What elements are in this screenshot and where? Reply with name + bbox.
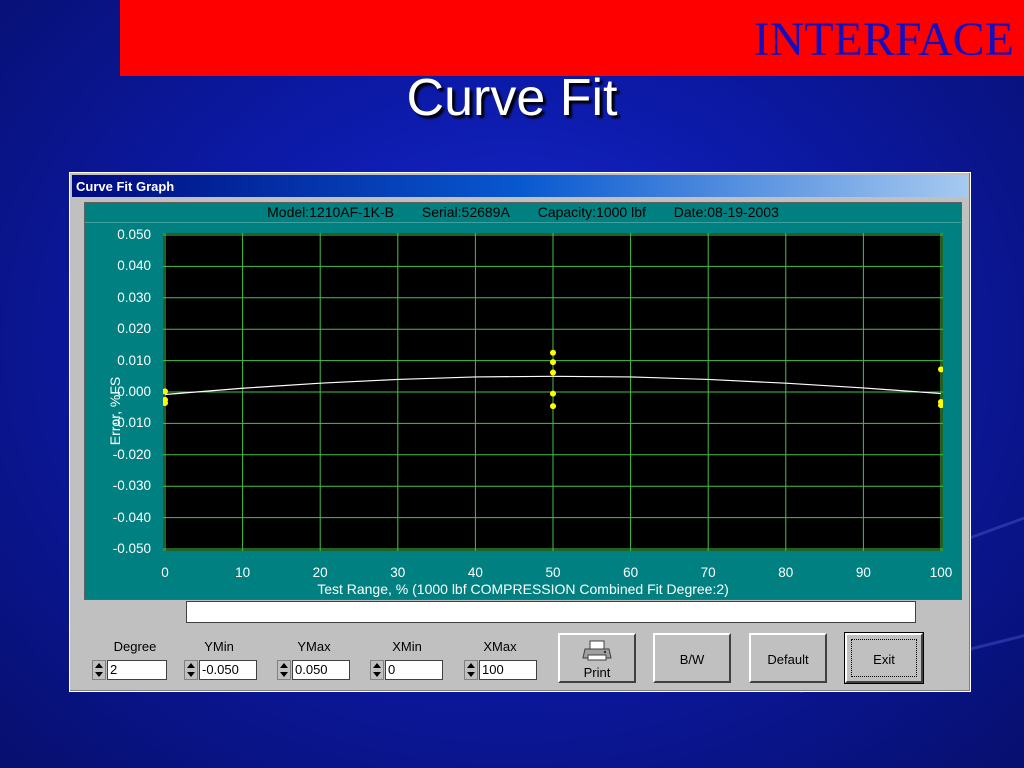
ymax-field[interactable]: 0.050: [292, 660, 350, 680]
xmax-spinner[interactable]: [464, 660, 478, 680]
window-titlebar[interactable]: Curve Fit Graph: [72, 175, 968, 197]
x-tick-label: 60: [623, 565, 639, 580]
xmax-label: XMax: [483, 639, 517, 654]
data-point: [550, 359, 556, 366]
status-field: [186, 601, 916, 623]
window-title: Curve Fit Graph: [76, 179, 175, 194]
ymax-label: YMax: [297, 639, 331, 654]
degree-label: Degree: [113, 639, 157, 654]
data-point: [550, 403, 556, 410]
y-tick-label: 0.000: [117, 384, 151, 399]
print-button-label: Print: [583, 665, 611, 680]
data-point: [550, 369, 556, 376]
degree-spinner[interactable]: [92, 660, 106, 680]
y-tick-label: 0.030: [117, 289, 151, 305]
xmin-field[interactable]: 0: [385, 660, 443, 680]
date-label: Date:08-19-2003: [673, 204, 779, 220]
default-button[interactable]: Default: [749, 633, 827, 683]
print-button[interactable]: Print: [558, 633, 636, 683]
y-tick-label: 0.020: [117, 321, 151, 337]
x-tick-label: 50: [545, 565, 561, 580]
x-tick-label: 10: [235, 565, 251, 580]
exit-button-label: Exit: [873, 652, 895, 667]
ymin-spinner[interactable]: [184, 660, 198, 680]
brand-banner: INTERFACE: [120, 0, 1024, 76]
default-button-label: Default: [767, 652, 809, 667]
x-tick-label: 100: [929, 565, 953, 580]
xmax-field[interactable]: 100: [479, 660, 537, 680]
x-axis-title: Test Range, % (1000 lbf COMPRESSION Comb…: [317, 581, 729, 597]
chart-panel: Model:1210AF-1K-B Serial:52689A Capacity…: [84, 202, 962, 600]
x-tick-label: 30: [390, 565, 406, 580]
brand-name: INTERFACE: [753, 13, 1014, 66]
y-tick-label: 0.010: [117, 352, 151, 368]
data-point: [550, 390, 556, 397]
x-tick-label: 80: [778, 565, 794, 580]
ymax-spinner[interactable]: [277, 660, 291, 680]
bw-button[interactable]: B/W: [653, 633, 731, 683]
y-tick-label: -0.040: [112, 509, 151, 525]
ymin-label: YMin: [204, 639, 234, 654]
xmin-spinner[interactable]: [370, 660, 384, 680]
chart-header: Model:1210AF-1K-B Serial:52689A Capacity…: [85, 204, 961, 223]
bw-button-label: B/W: [679, 652, 705, 667]
plot-area: [163, 233, 943, 551]
data-point: [550, 349, 556, 356]
capacity-label: Capacity:1000 lbf: [537, 204, 646, 220]
slide-title: Curve Fit: [406, 69, 618, 127]
degree-field[interactable]: 2: [107, 660, 167, 680]
y-tick-label: -0.030: [112, 478, 151, 494]
y-tick-label: -0.020: [112, 446, 151, 462]
model-label: Model:1210AF-1K-B: [267, 204, 394, 220]
y-tick-label: -0.050: [112, 541, 151, 556]
printer-icon: [582, 640, 612, 661]
y-tick-label: 0.040: [117, 258, 151, 274]
x-tick-label: 40: [467, 565, 483, 580]
y-tick-label: 0.050: [117, 227, 151, 242]
y-tick-label: -0.010: [112, 415, 151, 431]
ymin-field[interactable]: -0.050: [199, 660, 257, 680]
x-tick-label: 90: [855, 565, 871, 580]
x-tick-label: 0: [161, 565, 169, 580]
x-tick-label: 20: [312, 565, 328, 580]
xmin-label: XMin: [392, 639, 422, 654]
serial-label: Serial:52689A: [421, 204, 510, 220]
exit-button[interactable]: Exit: [844, 632, 924, 684]
curve-fit-window: Curve Fit Graph Model:1210AF-1K-B Serial…: [69, 172, 971, 692]
x-tick-label: 70: [700, 565, 716, 580]
